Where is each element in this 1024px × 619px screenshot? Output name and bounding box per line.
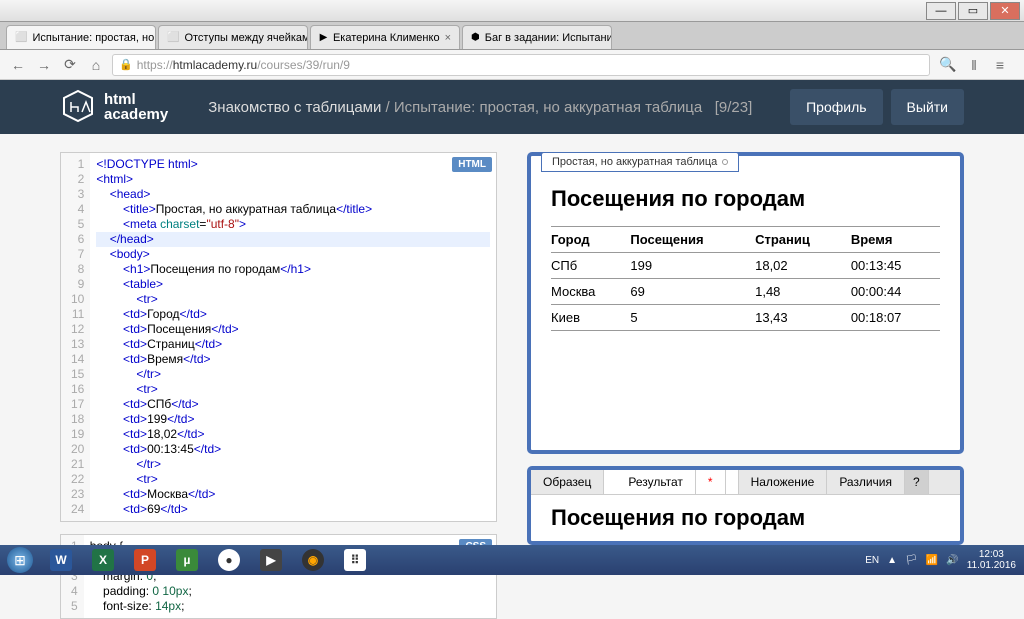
tab-title: Испытание: простая, но а [32,32,156,44]
breadcrumb-course[interactable]: Знакомство с таблицами [208,99,381,116]
tab-title: Баг в задании: Испытани [485,32,612,44]
line-gutter: 123456789101112131415161718192021222324 [61,153,90,521]
browser-tab-bar: ⬜ Испытание: простая, но а × ⬜ Отступы межд… [0,22,1024,50]
table-header: Город [551,227,630,253]
browser-tab[interactable]: ⬢Баг в задании: Испытани× [462,25,612,49]
favicon-icon: ⬜ [15,31,27,45]
table-header: Посещения [630,227,755,253]
volume-icon[interactable]: 📶 [926,555,938,566]
table-header: Время [851,227,940,253]
logo[interactable]: htmlacademy [60,89,168,125]
window-titlebar: — ▭ ✕ [0,0,1024,22]
reload-button[interactable]: ⟳ [60,55,80,75]
tab-title: Екатерина Клименко [333,32,440,44]
editor-badge-html: HTML [452,157,492,172]
logo-text-bottom: academy [104,107,168,122]
site-header: htmlacademy Знакомство с таблицами / Исп… [0,80,1024,134]
back-button[interactable]: ← [8,55,28,75]
url-path: /courses/39/run/9 [257,58,350,72]
html-editor[interactable]: HTML 12345678910111213141516171819202122… [60,152,497,522]
network-icon[interactable]: 🏳 [905,555,918,566]
tab-diff[interactable]: Различия [827,470,905,494]
code-lines[interactable]: <!DOCTYPE html><html> <head> <title>Прос… [90,153,496,521]
task-icon[interactable]: ◉ [293,546,333,574]
forward-button[interactable]: → [34,55,54,75]
maximize-button[interactable]: ▭ [958,2,988,20]
favicon-icon: ⬜ [167,31,179,45]
browser-tab[interactable]: ⬜Испытание: простая, но а× [6,25,156,49]
clock-time: 12:03 [967,549,1016,560]
result-panel: Образец Результат* Наложение Различия ? … [527,466,964,545]
windows-icon: ⊞ [7,547,33,573]
profile-button[interactable]: Профиль [790,89,882,125]
favicon-icon: ▶ [319,31,328,45]
logo-text-top: html [104,92,168,107]
speaker-icon[interactable]: 🔊 [946,555,958,566]
favicon-icon: ⬢ [471,31,480,45]
table-row: СПб19918,0200:13:45 [551,253,940,279]
close-button[interactable]: ✕ [990,2,1020,20]
start-button[interactable]: ⊞ [0,545,40,575]
tab-result[interactable]: Результат* [604,470,738,494]
tab-close-icon[interactable]: × [445,32,451,44]
url-input[interactable]: 🔒 https://htmlacademy.ru/courses/39/run/… [112,54,930,76]
breadcrumb-task: Испытание: простая, но аккуратная таблиц… [394,99,702,116]
address-bar: ← → ⟳ ⌂ 🔒 https://htmlacademy.ru/courses… [0,50,1024,80]
result-tabs: Образец Результат* Наложение Различия ? [531,470,960,495]
url-host: htmlacademy.ru [173,58,257,72]
browser-tab[interactable]: ⬜Отступы между ячейкам× [158,25,308,49]
preview-table: ГородПосещенияСтраницВремя СПб19918,0200… [551,226,940,331]
task-icon[interactable]: ● [209,546,249,574]
dot-icon [722,159,728,165]
table-row: Москва691,4800:00:44 [551,279,940,305]
task-icon[interactable]: P [125,546,165,574]
language-indicator[interactable]: EN [865,555,879,566]
preview-heading: Посещения по городам [551,186,940,212]
task-icon[interactable]: ⠿ [335,546,375,574]
extension-icon[interactable]: ǁ [964,55,984,75]
table-header: Страниц [755,227,851,253]
preview-panel: Простая, но аккуратная таблица Посещения… [527,152,964,454]
task-icon[interactable]: ▶ [251,546,291,574]
lock-icon: 🔒 [119,58,133,71]
result-heading: Посещения по городам [551,505,940,531]
task-icon[interactable]: X [83,546,123,574]
clock-date: 11.01.2016 [967,560,1016,571]
progress-indicator: [9/23] [715,99,753,116]
logout-button[interactable]: Выйти [891,89,964,125]
main-content: HTML 12345678910111213141516171819202122… [0,134,1024,545]
tab-title: Отступы между ячейкам [184,32,308,44]
url-scheme: https [137,58,163,72]
logo-icon [60,89,96,125]
minimize-button[interactable]: — [926,2,956,20]
clock[interactable]: 12:03 11.01.2016 [967,549,1016,571]
breadcrumb: Знакомство с таблицами / Испытание: прос… [208,99,782,116]
task-icon[interactable]: W [41,546,81,574]
search-icon[interactable]: 🔍 [938,55,958,75]
taskbar: ⊞ W X P µ ● ▶ ◉ ⠿ EN ▲ 🏳 📶 🔊 12:03 11.01… [0,545,1024,575]
tab-overlay[interactable]: Наложение [739,470,828,494]
tray-icon[interactable]: ▲ [887,555,897,566]
browser-tab[interactable]: ▶ Екатерина Клименко × [310,25,460,49]
system-tray: EN ▲ 🏳 📶 🔊 12:03 11.01.2016 [857,549,1024,571]
preview-tab: Простая, но аккуратная таблица [541,152,739,172]
table-row: Киев513,4300:18:07 [551,305,940,331]
tab-sample[interactable]: Образец [531,470,604,494]
menu-icon[interactable]: ≡ [990,55,1010,75]
home-button[interactable]: ⌂ [86,55,106,75]
task-icon[interactable]: µ [167,546,207,574]
tab-help[interactable]: ? [905,470,929,494]
